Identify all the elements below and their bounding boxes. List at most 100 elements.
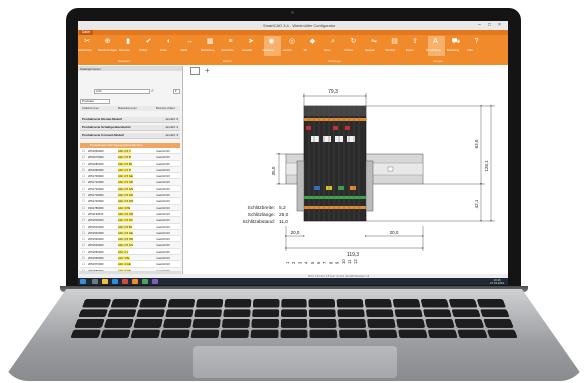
smartcad-icon[interactable] bbox=[132, 279, 138, 284]
color-icon[interactable]: ◐ bbox=[164, 37, 174, 47]
keyboard-key bbox=[423, 308, 452, 318]
label-icon[interactable]: A bbox=[431, 37, 441, 47]
ribbon-button-label[interactable]: Auswahl bbox=[242, 49, 252, 52]
cut-icon[interactable]: ✂ bbox=[82, 37, 92, 47]
marker-icon[interactable]: ◉ bbox=[267, 37, 277, 47]
row-checkbox[interactable]: ☐ bbox=[82, 225, 85, 229]
mirror-icon[interactable]: ⇋ bbox=[369, 37, 379, 47]
filter-select[interactable]: Produkte bbox=[80, 99, 110, 104]
document-tab[interactable] bbox=[190, 67, 200, 75]
drawing-canvas[interactable]: 79,3 119,3 20,0 20,0 35,0 63,0 128,1 42,… bbox=[183, 66, 508, 276]
row-checkbox[interactable]: ☐ bbox=[82, 155, 85, 159]
tree-group[interactable]: Produktserie Klemm-Modell Anzahl: 6 bbox=[80, 117, 180, 123]
product-type: A4C 2.5 OR bbox=[118, 237, 134, 242]
ribbon-button-label[interactable]: Maße bbox=[181, 49, 188, 52]
tree-group[interactable]: Produktserie Schaltgerätezubehör Anzahl: … bbox=[80, 125, 180, 131]
keyboard-key bbox=[398, 329, 428, 339]
ribbon-button-label[interactable]: Ansicht bbox=[283, 49, 292, 52]
product-type: A4C 2.5 GN bbox=[118, 243, 134, 248]
close-icon[interactable]: × bbox=[498, 22, 501, 28]
row-checkbox[interactable]: ☐ bbox=[82, 256, 85, 260]
ribbon-button-label[interactable]: Drehen bbox=[345, 49, 354, 52]
row-checkbox[interactable]: ☐ bbox=[82, 162, 85, 166]
terminal-number: 2 bbox=[291, 261, 296, 264]
tree-group[interactable]: Produktserie Connect-Modell Anzahl: 3 bbox=[80, 133, 180, 139]
ribbon-button-label[interactable]: Bestellung bbox=[447, 49, 459, 52]
align-icon[interactable]: ≡ bbox=[226, 37, 236, 47]
search-taskbar-icon[interactable] bbox=[92, 279, 98, 284]
search-input[interactable]: A4C bbox=[94, 89, 150, 94]
assembly-icon[interactable]: ▦ bbox=[205, 37, 215, 47]
ribbon-button-label[interactable]: Ausrichten bbox=[222, 49, 234, 52]
row-checkbox[interactable]: ☐ bbox=[82, 212, 85, 216]
app-icon[interactable] bbox=[152, 279, 158, 284]
cart-icon[interactable]: ⛟ bbox=[451, 37, 461, 47]
row-checkbox[interactable]: ☐ bbox=[82, 250, 85, 254]
row-checkbox[interactable]: ☐ bbox=[82, 231, 85, 235]
ribbon-button-label[interactable]: Drucken bbox=[386, 49, 396, 52]
ribbon-button-label[interactable]: Zoom bbox=[324, 49, 331, 52]
ribbon-button-label[interactable]: Spiegeln bbox=[365, 49, 375, 52]
row-checkbox[interactable]: ☐ bbox=[82, 262, 85, 266]
ribbon-button-label[interactable]: Klemmen bbox=[119, 49, 130, 52]
folder-icon[interactable] bbox=[102, 279, 108, 284]
row-checkbox[interactable]: ☐ bbox=[82, 243, 85, 247]
column-header[interactable]: Artikelnummer bbox=[82, 107, 99, 110]
ribbon-button-label[interactable]: Ausblenden bbox=[78, 49, 92, 52]
start-icon[interactable] bbox=[80, 279, 86, 284]
column-header[interactable]: Materialnummer bbox=[118, 107, 137, 110]
ribbon-button-label[interactable]: Beschriftung bbox=[427, 49, 441, 52]
app-icon[interactable] bbox=[142, 279, 148, 284]
keyboard-key bbox=[392, 299, 421, 308]
row-checkbox[interactable]: ☐ bbox=[82, 174, 85, 178]
row-checkbox[interactable]: ☐ bbox=[82, 149, 85, 153]
browser-icon[interactable] bbox=[112, 279, 118, 284]
column-header[interactable]: Benutzer-Artikel bbox=[156, 107, 174, 110]
ribbon-button-label[interactable]: Bauteil einfügen bbox=[99, 49, 118, 52]
ribbon-button-label[interactable]: 3D bbox=[304, 49, 307, 52]
keyboard-key bbox=[221, 318, 250, 328]
terminal-icon[interactable]: ▮ bbox=[123, 37, 133, 47]
dim-top-label: 79,3 bbox=[328, 89, 338, 95]
view-icon[interactable]: ◎ bbox=[287, 37, 297, 47]
row-checkbox[interactable]: ☐ bbox=[82, 193, 85, 197]
keyboard-key bbox=[309, 329, 338, 339]
user-article: max2LV4O bbox=[156, 256, 170, 261]
minimize-icon[interactable]: – bbox=[478, 22, 481, 28]
check-icon[interactable]: ✔ bbox=[144, 37, 154, 47]
row-checkbox[interactable]: ☐ bbox=[82, 168, 85, 172]
rotate-icon[interactable]: ↻ bbox=[349, 37, 359, 47]
product-type: A4C 4 PE bbox=[118, 205, 131, 210]
ribbon-button-label[interactable]: Markieren bbox=[263, 49, 275, 52]
export-icon[interactable]: ⇪ bbox=[410, 37, 420, 47]
maximize-icon[interactable]: □ bbox=[488, 22, 491, 28]
ribbon-button-label[interactable]: Hilfe bbox=[468, 49, 473, 52]
new-tab-icon[interactable]: + bbox=[205, 66, 210, 75]
zoom-icon[interactable]: ⌕ bbox=[328, 37, 338, 47]
row-checkbox[interactable]: ☐ bbox=[82, 218, 85, 222]
keyboard-key bbox=[195, 299, 224, 308]
row-checkbox[interactable]: ☐ bbox=[82, 206, 85, 210]
keyboard-key bbox=[476, 299, 506, 308]
dimension-icon[interactable]: ↔ bbox=[185, 37, 195, 47]
ribbon-button-label[interactable]: Bestückung bbox=[201, 49, 215, 52]
row-checkbox[interactable]: ☐ bbox=[82, 187, 85, 191]
row-checkbox[interactable]: ☐ bbox=[82, 199, 85, 203]
ribbon-group-label: Ausgabe bbox=[433, 60, 444, 63]
insert-icon[interactable]: ⊕ bbox=[103, 37, 113, 47]
filter-icon[interactable]: ▾ bbox=[173, 89, 180, 94]
row-checkbox[interactable]: ☐ bbox=[82, 180, 85, 184]
terminal-number: 7 bbox=[322, 261, 327, 264]
cube-icon[interactable]: ◆ bbox=[308, 37, 318, 47]
keyboard-key bbox=[338, 318, 367, 328]
product-type: A4C 2.5 BL bbox=[118, 224, 133, 229]
ribbon-button-label[interactable]: Export bbox=[406, 49, 414, 52]
cursor-icon[interactable]: ➤ bbox=[246, 37, 256, 47]
print-icon[interactable]: ▤ bbox=[390, 37, 400, 47]
search-icon[interactable]: ⌕ bbox=[151, 88, 154, 94]
ribbon-button-label[interactable]: Farbe bbox=[160, 49, 167, 52]
help-icon[interactable]: ? bbox=[472, 37, 482, 47]
ribbon-button-label[interactable]: Prüfen bbox=[140, 49, 148, 52]
mail-icon[interactable] bbox=[122, 279, 128, 284]
row-checkbox[interactable]: ☐ bbox=[82, 237, 85, 241]
